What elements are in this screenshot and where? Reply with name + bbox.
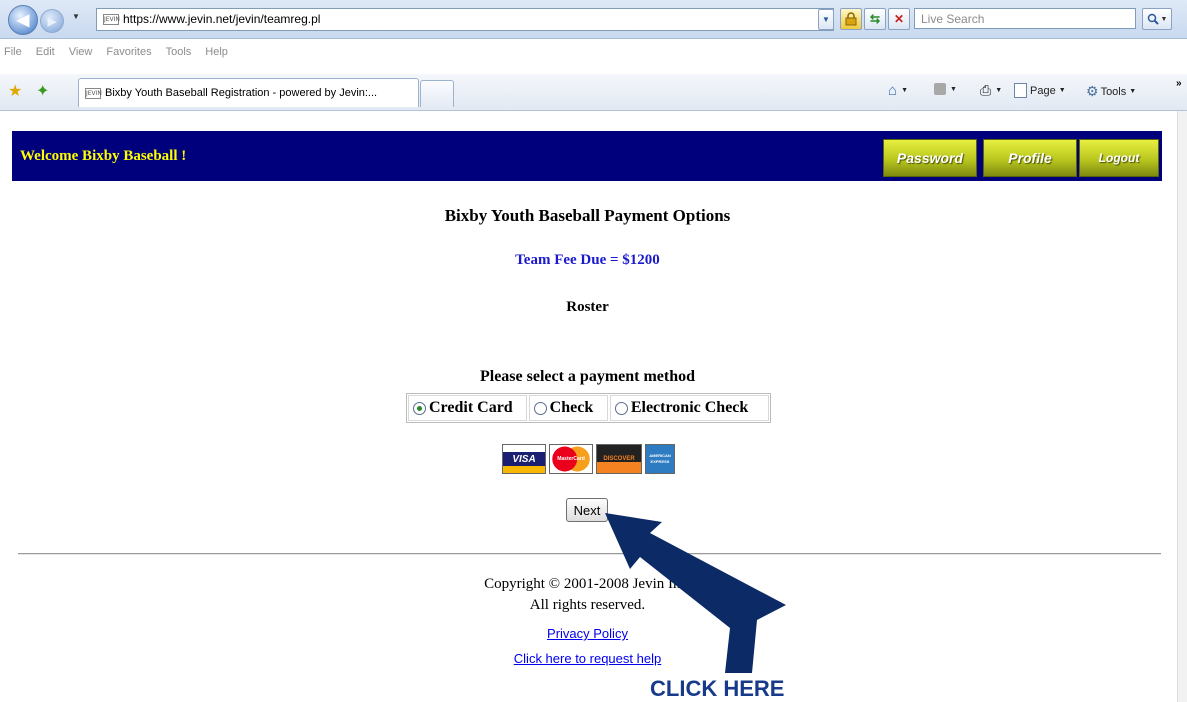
menu-tools[interactable]: Tools [166,46,192,58]
home-button[interactable]: ⌂ ▼ [888,82,908,99]
menu-help[interactable]: Help [205,46,228,58]
add-favorites-icon[interactable]: ✦ [36,81,49,101]
discover-logo: DISCOVER [596,444,642,474]
stop-button[interactable]: ✕ [888,8,910,30]
welcome-text: Welcome Bixby Baseball ! [20,148,187,164]
logout-button[interactable]: Logout [1079,139,1159,177]
address-bar-row: ◀ ▶ ▼ JEVIN https://www.jevin.net/jevin/t… [0,0,1187,39]
print-button[interactable]: ⎙ ▼ [980,82,1002,99]
stop-icon: ✕ [893,12,905,26]
mastercard-logo: MasterCard [549,444,593,474]
back-button[interactable]: ◀ [8,5,38,35]
roster-heading: Roster [566,299,609,315]
forward-arrow-icon: ▶ [47,15,57,28]
site-favicon-icon: JEVIN [103,14,120,26]
payment-method-prompt: Please select a payment method [479,368,696,385]
rss-feed-icon [934,83,946,95]
search-button[interactable]: ▼ [1142,8,1172,30]
credit-card-radio[interactable] [413,401,426,415]
click-here-callout: CLICK HERE [650,676,785,701]
check-label: Check [549,399,594,416]
tab-active[interactable]: JEVIN Bixby Youth Baseball Registration -… [78,78,419,107]
menu-file[interactable]: File [4,46,22,58]
menu-view[interactable]: View [69,46,93,58]
help-row: Click here to request help [0,650,1175,668]
menu-favorites[interactable]: Favorites [106,46,151,58]
payment-option-credit-card[interactable]: Credit Card [408,395,527,421]
forward-button[interactable]: ▶ [40,9,64,33]
security-lock-icon[interactable] [840,8,862,30]
site-header-banner: Welcome Bixby Baseball ! Password Profil… [12,131,1162,181]
printer-icon: ⎙ [980,82,992,98]
url-field[interactable]: JEVIN https://www.jevin.net/jevin/teamreg… [96,8,834,31]
check-radio[interactable] [533,401,547,415]
fee-due-text: Team Fee Due = $1200 [515,252,660,268]
magnifier-icon [1147,13,1159,25]
password-button[interactable]: Password [883,139,977,177]
history-dropdown-icon[interactable]: ▼ [72,12,80,21]
payment-option-electronic-check[interactable]: Electronic Check [609,395,769,421]
url-text: https://www.jevin.net/jevin/teamreg.pl [123,12,321,26]
menu-bar: File Edit View Favorites Tools Help [0,46,1187,66]
menu-edit[interactable]: Edit [36,46,55,58]
favorites-star-icon[interactable]: ★ [8,81,22,101]
privacy-row: Privacy Policy [0,625,1175,643]
new-tab-button[interactable] [420,80,454,107]
tools-menu-label: Tools [1100,85,1127,98]
visa-logo: VISA [502,444,546,474]
url-dropdown-icon[interactable]: ▼ [818,9,834,30]
chevron-more-icon[interactable]: » [1176,78,1182,89]
tab-favicon-icon: JEVIN [85,87,102,99]
page-title: Bixby Youth Baseball Payment Options [444,206,731,225]
tab-bar: ★ ✦ JEVIN Bixby Youth Baseball Registrati… [0,74,1187,111]
payment-option-check[interactable]: Check [528,395,608,421]
page-menu-label: Page [1030,84,1056,97]
click-here-arrow-icon [605,513,786,673]
refresh-icon: ⇆ [869,12,881,26]
amex-logo: AMERICAN EXPRESS [645,444,675,474]
tools-menu-button[interactable]: ⚙ Tools ▼ [1086,83,1136,100]
page-menu-button[interactable]: Page ▼ [1014,83,1066,98]
copyright-text: Copyright © 2001-2008 Jevin Inc. [484,576,691,592]
vertical-scrollbar[interactable] [1177,111,1187,702]
rights-text: All rights reserved. [529,597,646,613]
live-search-input[interactable]: Live Search [914,8,1136,29]
back-arrow-icon: ◀ [16,12,30,29]
tab-title: Bixby Youth Baseball Registration - powe… [105,87,378,99]
gear-icon: ⚙ [1086,83,1099,99]
electronic-check-label: Electronic Check [630,399,749,416]
profile-button[interactable]: Profile [983,139,1077,177]
page-icon [1014,83,1027,98]
refresh-button[interactable]: ⇆ [864,8,886,30]
credit-card-label: Credit Card [429,399,513,416]
electronic-check-radio[interactable] [614,401,628,415]
home-icon: ⌂ [888,82,898,99]
payment-method-options: Credit Card Check Electronic Check [406,393,771,423]
feeds-button[interactable]: ▼ [934,83,957,95]
